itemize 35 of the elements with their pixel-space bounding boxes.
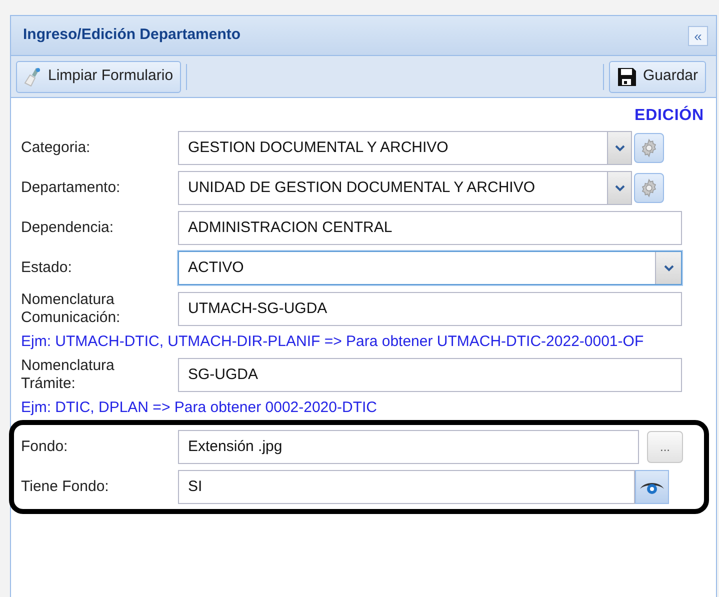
- gear-icon: [639, 178, 659, 198]
- dropdown-button[interactable]: [607, 172, 631, 204]
- mode-label: EDICIÓN: [634, 104, 704, 126]
- gear-icon: [639, 138, 659, 158]
- save-button[interactable]: Guardar: [608, 60, 706, 92]
- combo-field[interactable]: ACTIVO: [178, 251, 682, 285]
- combo-field[interactable]: UNIDAD DE GESTION DOCUMENTAL Y ARCHIVO: [178, 171, 632, 205]
- field-label: Estado:: [20, 259, 73, 277]
- collapse-button[interactable]: «: [688, 26, 708, 46]
- field-label: Categoria:: [20, 139, 92, 157]
- combo-field[interactable]: GESTION DOCUMENTAL Y ARCHIVO: [178, 131, 632, 165]
- text-field[interactable]: SG-UGDA: [178, 358, 682, 392]
- caret-icon: [664, 264, 674, 272]
- browse-button[interactable]: ...: [647, 431, 683, 463]
- floppy-icon: [616, 66, 637, 86]
- dropdown-button[interactable]: [655, 252, 681, 284]
- file-field[interactable]: Extensión .jpg: [178, 430, 639, 464]
- hint-text: Ejm: DTIC, DPLAN => Para obtener 0002-2020-DTIC: [20, 398, 378, 418]
- field-label: Nomenclatura Comunicación:: [20, 291, 122, 327]
- broom-icon: [24, 66, 42, 86]
- panel-title: Ingreso/Edición Departamento: [23, 25, 241, 46]
- dropdown-button[interactable]: [607, 132, 631, 164]
- text-field[interactable]: ADMINISTRACION CENTRAL: [178, 211, 682, 245]
- text-field[interactable]: SI: [178, 470, 635, 504]
- clear-button[interactable]: Limpiar Formulario: [16, 60, 182, 92]
- caret-icon: [614, 144, 624, 152]
- text-field[interactable]: UTMACH-SG-UGDA: [178, 292, 682, 326]
- view-button[interactable]: [635, 470, 669, 504]
- field-label: Nomenclatura Trámite:: [20, 357, 116, 393]
- field-label: Dependencia:: [20, 219, 115, 237]
- field-label: Departamento:: [20, 179, 122, 197]
- field-label: Fondo:: [20, 438, 69, 456]
- hint-text: Ejm: UTMACH-DTIC, UTMACH-DIR-PLANIF => Para obtener UTMACH-DTIC-2022-0001-OF: [20, 332, 645, 352]
- field-label: Tiene Fondo:: [20, 478, 110, 496]
- caret-icon: [614, 184, 624, 192]
